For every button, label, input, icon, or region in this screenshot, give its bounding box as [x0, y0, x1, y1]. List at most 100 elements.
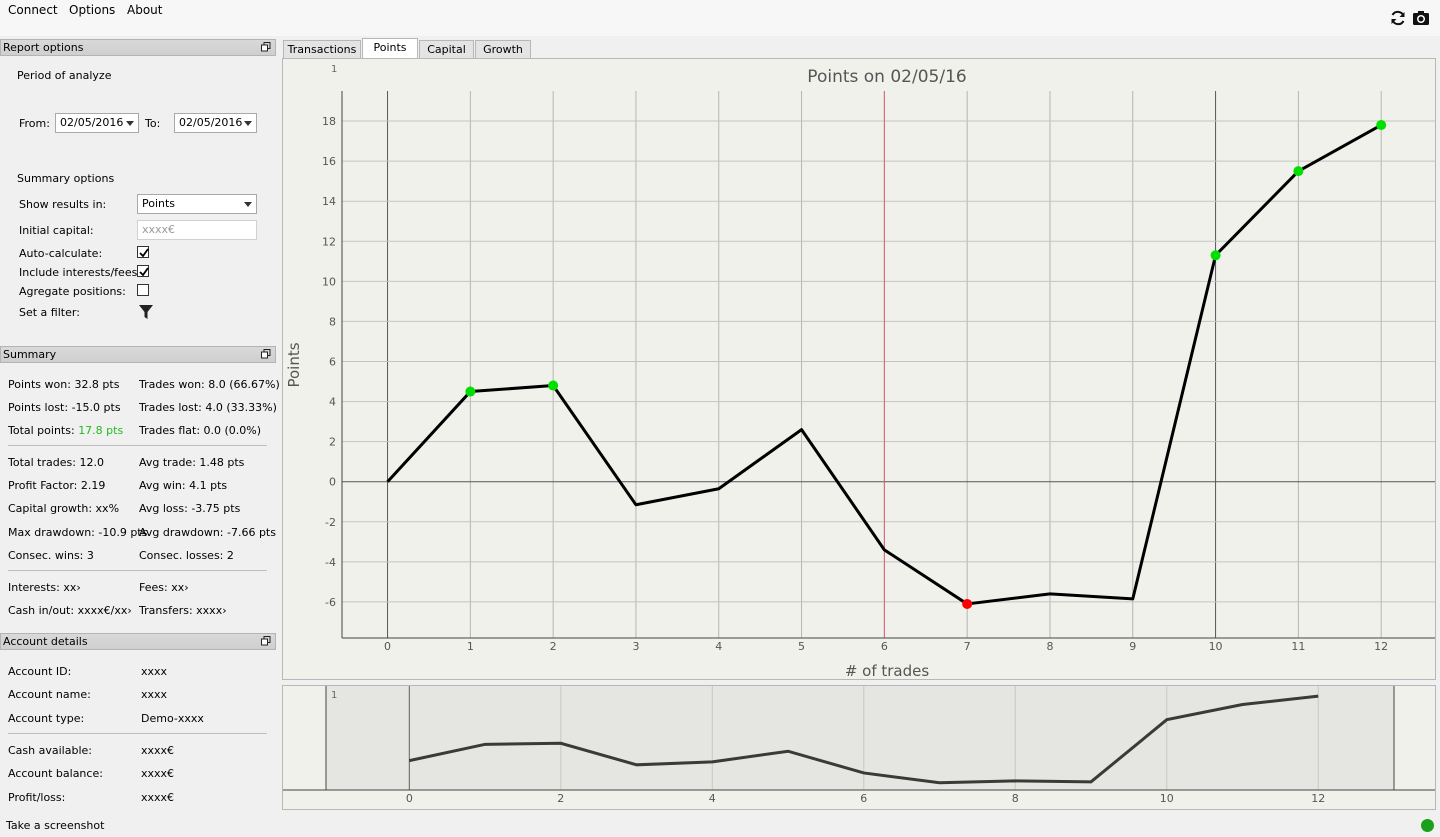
y-tick-label: 18: [322, 115, 336, 128]
menu-about[interactable]: About: [127, 3, 162, 17]
x-tick-label: 12: [1311, 792, 1325, 805]
initial-capital-label: Initial capital:: [19, 224, 94, 237]
x-tick-label: 7: [964, 640, 971, 653]
x-tick-label: 9: [1129, 640, 1136, 653]
y-tick-label: 0: [329, 476, 336, 489]
x-tick-label: 0: [406, 792, 413, 805]
corner-label: 1: [331, 690, 337, 701]
tab-growth[interactable]: Growth: [475, 40, 531, 58]
account-balance-label: Account balance:: [8, 767, 103, 780]
navigator-chart[interactable]: 0 2 4 6 8 10 12 1: [283, 686, 1435, 809]
y-tick-label: 6: [329, 355, 336, 368]
points-lost: Points lost: -15.0 pts: [8, 401, 121, 414]
chevron-down-icon: [244, 121, 252, 126]
initial-capital-input[interactable]: xxxx€: [137, 220, 257, 240]
profit-loss-label: Profit/loss:: [8, 791, 66, 804]
data-point-marker: [1293, 166, 1304, 177]
status-text: Take a screenshot: [6, 819, 105, 832]
cash-in-out: Cash in/out: xxxx€/xx›: [8, 604, 132, 617]
report-options-header: Report options: [0, 39, 276, 56]
from-date-select[interactable]: 02/05/2016: [55, 113, 139, 133]
menu-connect[interactable]: Connect: [8, 3, 58, 17]
include-interests-label: Include interests/fees:: [19, 266, 142, 279]
data-point-marker: [465, 386, 476, 397]
period-label: Period of analyze: [17, 69, 112, 82]
tab-transactions[interactable]: Transactions: [283, 40, 361, 58]
refresh-icon[interactable]: [1389, 9, 1407, 27]
camera-icon[interactable]: [1412, 9, 1430, 27]
account-type-label: Account type:: [8, 712, 85, 725]
points-chart-panel: 18 16 14 12 10 8 6 4 2 0 -2 -4 -6 0 1 2 3 4 5 6 7 8 9 10 11 12 Poi…: [282, 58, 1436, 680]
profit-factor: Profit Factor: 2.19: [8, 479, 106, 492]
trades-won: Trades won: 8.0 (66.67%): [139, 378, 280, 391]
x-axis-label: # of trades: [845, 662, 930, 679]
float-window-icon[interactable]: [261, 42, 271, 52]
summary-options-label: Summary options: [17, 172, 115, 185]
points-chart[interactable]: 181614121086420-2-4-60 1 2 3 4 5 6 7 8 9 10 11 12Poi…: [283, 59, 1435, 680]
y-tick-label: 12: [322, 235, 336, 248]
chevron-down-icon: [126, 121, 134, 126]
x-tick-label: 1: [467, 640, 474, 653]
auto-calculate-checkbox[interactable]: [137, 246, 149, 258]
tab-points[interactable]: Points: [362, 38, 418, 59]
from-label: From:: [19, 117, 50, 130]
consec-wins: Consec. wins: 3: [8, 549, 94, 562]
y-tick-label: -2: [325, 516, 336, 529]
total-points-label: Total points:: [8, 424, 75, 437]
data-point-marker: [1376, 120, 1387, 131]
show-results-select[interactable]: Points: [137, 194, 257, 214]
tab-capital[interactable]: Capital: [419, 40, 474, 58]
checkmark-icon: [139, 248, 149, 258]
transfers: Transfers: xxxx›: [139, 604, 227, 617]
x-tick-label: 11: [1291, 640, 1305, 653]
cash-available-label: Cash available:: [8, 744, 92, 757]
account-id-value: xxxx: [141, 665, 168, 678]
total-points: Total points: 17.8 pts: [8, 424, 123, 437]
filter-icon[interactable]: [138, 304, 154, 320]
avg-drawdown: Avg drawdown: -7.66 pts: [139, 526, 276, 539]
float-window-icon[interactable]: [261, 349, 271, 359]
trades-lost: Trades lost: 4.0 (33.33%): [139, 401, 277, 414]
max-drawdown: Max drawdown: -10.9 pts: [8, 526, 148, 539]
corner-label: 1: [331, 64, 337, 75]
total-trades: Total trades: 12.0: [8, 456, 104, 469]
aggregate-checkbox[interactable]: [137, 284, 149, 296]
x-tick-label: 6: [881, 640, 888, 653]
connection-status-indicator: [1421, 819, 1434, 832]
x-tick-label: 2: [557, 792, 564, 805]
x-tick-label: 10: [1160, 792, 1174, 805]
profit-loss-value: xxxx€: [141, 791, 175, 804]
divider: [8, 445, 267, 446]
to-date-value: 02/05/2016: [179, 116, 243, 129]
x-tick-label: 3: [632, 640, 639, 653]
aggregate-label: Agregate positions:: [19, 285, 126, 298]
y-tick-label: 14: [322, 195, 336, 208]
account-id-label: Account ID:: [8, 665, 72, 678]
navigator-chart-panel: 0 2 4 6 8 10 12 1: [282, 685, 1436, 810]
summary-title: Summary: [3, 348, 57, 361]
x-tick-label: 2: [550, 640, 557, 653]
y-tick-label: 2: [329, 436, 336, 449]
summary-header: Summary: [0, 346, 276, 363]
navigator-selection-area: [326, 686, 1394, 790]
divider: [8, 570, 267, 571]
x-tick-label: 4: [715, 640, 722, 653]
include-interests-checkbox[interactable]: [137, 265, 149, 277]
auto-calculate-label: Auto-calculate:: [19, 247, 103, 260]
menu-options[interactable]: Options: [69, 3, 115, 17]
account-details-title: Account details: [3, 635, 88, 648]
report-options-title: Report options: [3, 41, 84, 54]
avg-loss: Avg loss: -3.75 pts: [139, 502, 241, 515]
initial-capital-placeholder: xxxx€: [142, 223, 176, 236]
total-points-value: 17.8 pts: [78, 424, 124, 437]
y-tick-label: 16: [322, 155, 336, 168]
show-results-label: Show results in:: [19, 198, 107, 211]
data-point-marker: [1210, 250, 1221, 261]
chevron-down-icon: [244, 202, 252, 207]
x-tick-label: 8: [1046, 640, 1053, 653]
checkmark-icon: [139, 267, 149, 277]
to-date-select[interactable]: 02/05/2016: [174, 113, 257, 133]
interests: Interests: xx›: [8, 581, 81, 594]
capital-growth: Capital growth: xx%: [8, 502, 120, 515]
float-window-icon[interactable]: [261, 636, 271, 646]
